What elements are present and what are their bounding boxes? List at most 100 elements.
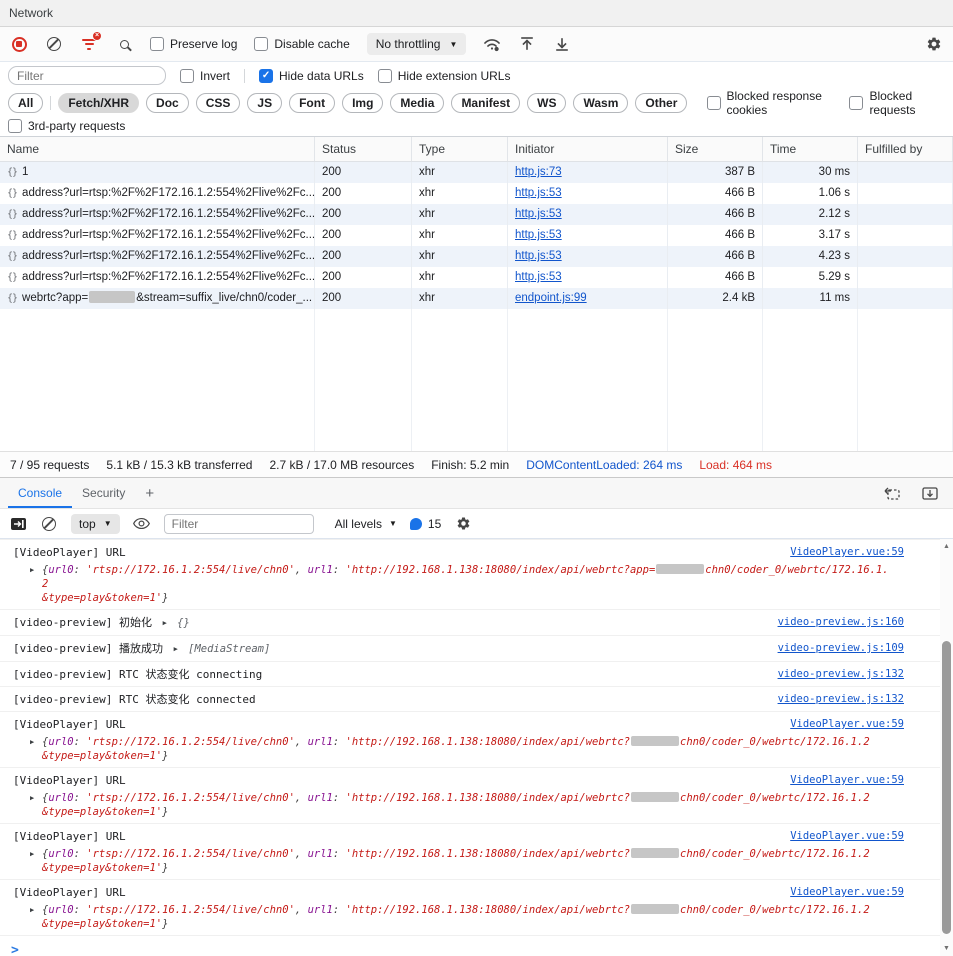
column-header-time[interactable]: Time [763,137,858,161]
column-header-status[interactable]: Status [315,137,412,161]
search-icon[interactable] [115,35,133,53]
settings-gear-icon[interactable] [925,35,943,53]
undock-drawer-icon[interactable] [883,484,901,502]
console-message[interactable]: [VideoPlayer] URL▶{url0: 'rtsp://172.16.… [0,824,940,880]
hide-extension-urls-checkbox[interactable]: Hide extension URLs [378,69,511,83]
console-message[interactable]: [VideoPlayer] URL▶{url0: 'rtsp://172.16.… [0,712,940,768]
network-request-row[interactable]: {}webrtc?app=&stream=suffix_live/chn0/co… [0,288,953,309]
source-link[interactable]: video-preview.js:109 [778,641,904,656]
disable-cache-checkbox[interactable]: Disable cache [254,37,349,51]
network-request-row[interactable]: {}address?url=rtsp:%2F%2F172.16.1.2:554%… [0,225,953,246]
scroll-up-arrow[interactable]: ▲ [940,543,953,550]
network-request-row[interactable]: {}address?url=rtsp:%2F%2F172.16.1.2:554%… [0,183,953,204]
expand-triangle-icon[interactable]: ▶ [30,903,42,931]
throttling-select[interactable]: No throttling ▼ [367,33,467,55]
console-prompt[interactable]: > [0,936,940,956]
dock-bottom-icon[interactable] [921,484,939,502]
source-link[interactable]: VideoPlayer.vue:59 [790,773,904,788]
initiator-link[interactable]: endpoint.js:99 [515,292,587,304]
type-filter-media[interactable]: Media [390,93,444,113]
blocked-requests-checkbox[interactable]: Blocked requests [849,89,945,117]
type-filter-font[interactable]: Font [289,93,335,113]
initiator-link[interactable]: http.js:53 [515,208,562,220]
network-filter-icon[interactable]: × [80,35,98,53]
initiator-link[interactable]: http.js:73 [515,166,562,178]
column-header-name[interactable]: Name [0,137,315,161]
issues-counter[interactable]: 15 [410,517,441,531]
log-levels-select[interactable]: All levels ▼ [335,517,397,531]
column-header-type[interactable]: Type [412,137,508,161]
network-request-row[interactable]: {}address?url=rtsp:%2F%2F172.16.1.2:554%… [0,204,953,225]
type-filter-wasm[interactable]: Wasm [573,93,628,113]
network-request-row[interactable]: {}1200xhrhttp.js:73387 B30 ms [0,162,953,183]
source-link[interactable]: VideoPlayer.vue:59 [790,545,904,560]
source-link[interactable]: video-preview.js:160 [778,615,904,630]
console-message[interactable]: [video-preview] 播放成功 ▶ [MediaStream]vide… [0,636,940,662]
source-link[interactable]: VideoPlayer.vue:59 [790,829,904,844]
drawer-tab-console[interactable]: Console [8,478,72,508]
type-filter-all[interactable]: All [8,93,43,113]
expand-triangle-icon[interactable]: ▶ [30,847,42,875]
console-message[interactable]: [VideoPlayer] URL▶{url0: 'rtsp://172.16.… [0,880,940,936]
source-link[interactable]: video-preview.js:132 [778,692,904,707]
source-link[interactable]: VideoPlayer.vue:59 [790,885,904,900]
type-filter-manifest[interactable]: Manifest [451,93,520,113]
request-name-text: &stream=suffix_live/chn0/coder_... [136,292,312,304]
hide-data-urls-checkbox[interactable]: ✓ Hide data URLs [259,69,364,83]
type-filter-doc[interactable]: Doc [146,93,189,113]
console-scrollbar[interactable]: ▲ ▼ [940,539,953,956]
initiator-link[interactable]: http.js:53 [515,187,562,199]
blocked-response-cookies-checkbox[interactable]: Blocked response cookies [707,89,843,117]
expand-triangle-icon[interactable]: ▶ [163,619,167,627]
context-selector[interactable]: top ▼ [71,514,120,534]
console-filter-input[interactable] [164,514,314,534]
network-filter-input[interactable] [8,66,166,85]
console-sidebar-icon[interactable] [9,515,27,533]
type-filter-img[interactable]: Img [342,93,383,113]
column-header-initiator[interactable]: Initiator [508,137,668,161]
expand-triangle-icon[interactable]: ▶ [30,735,42,763]
preserve-log-checkbox[interactable]: Preserve log [150,37,237,51]
import-har-icon[interactable] [518,35,536,53]
initiator-link[interactable]: http.js:53 [515,271,562,283]
request-type-cell: xhr [412,225,508,246]
column-header-fulfilled-by[interactable]: Fulfilled by [858,137,953,161]
network-request-row[interactable]: {}address?url=rtsp:%2F%2F172.16.1.2:554%… [0,267,953,288]
console-message[interactable]: [VideoPlayer] URL▶{url0: 'rtsp://172.16.… [0,768,940,824]
console-message[interactable]: [video-preview] RTC 状态变化 connectingvideo… [0,662,940,687]
invert-checkbox[interactable]: Invert [180,69,230,83]
initiator-link[interactable]: http.js:53 [515,229,562,241]
source-link[interactable]: video-preview.js:132 [778,667,904,682]
record-icon[interactable] [10,35,28,53]
network-request-row[interactable]: {}address?url=rtsp:%2F%2F172.16.1.2:554%… [0,246,953,267]
request-name-text: address?url=rtsp:%2F%2F172.16.1.2:554%2F… [22,271,315,283]
type-filter-other[interactable]: Other [635,93,687,113]
drawer-tab-security[interactable]: Security [72,478,135,508]
live-expression-eye-icon[interactable] [133,515,151,533]
expand-triangle-icon[interactable]: ▶ [174,645,178,653]
console-settings-gear-icon[interactable] [454,515,472,533]
console-message[interactable]: [video-preview] RTC 状态变化 connectedvideo-… [0,687,940,712]
type-filter-ws[interactable]: WS [527,93,566,113]
clear-console-icon[interactable] [40,515,58,533]
scrollbar-thumb[interactable] [942,641,951,934]
tab-network[interactable]: Network [9,6,53,20]
expand-triangle-icon[interactable]: ▶ [30,563,42,605]
type-filter-css[interactable]: CSS [196,93,241,113]
type-filter-js[interactable]: JS [247,93,282,113]
record-square [16,41,22,47]
source-link[interactable]: VideoPlayer.vue:59 [790,717,904,732]
scroll-down-arrow[interactable]: ▼ [940,945,953,952]
clear-network-icon[interactable] [45,35,63,53]
network-conditions-icon[interactable] [483,35,501,53]
expand-triangle-icon[interactable]: ▶ [30,791,42,819]
column-header-size[interactable]: Size [668,137,763,161]
object-segment-plain: : [74,904,87,916]
export-har-icon[interactable] [553,35,571,53]
add-drawer-tab-button[interactable]: + [135,478,164,508]
console-message[interactable]: [video-preview] 初始化 ▶ {}video-preview.js… [0,610,940,636]
console-message[interactable]: [VideoPlayer] URL▶{url0: 'rtsp://172.16.… [0,540,940,610]
initiator-link[interactable]: http.js:53 [515,250,562,262]
type-filter-fetch-xhr[interactable]: Fetch/XHR [58,93,139,113]
third-party-checkbox[interactable]: 3rd-party requests [8,119,125,133]
